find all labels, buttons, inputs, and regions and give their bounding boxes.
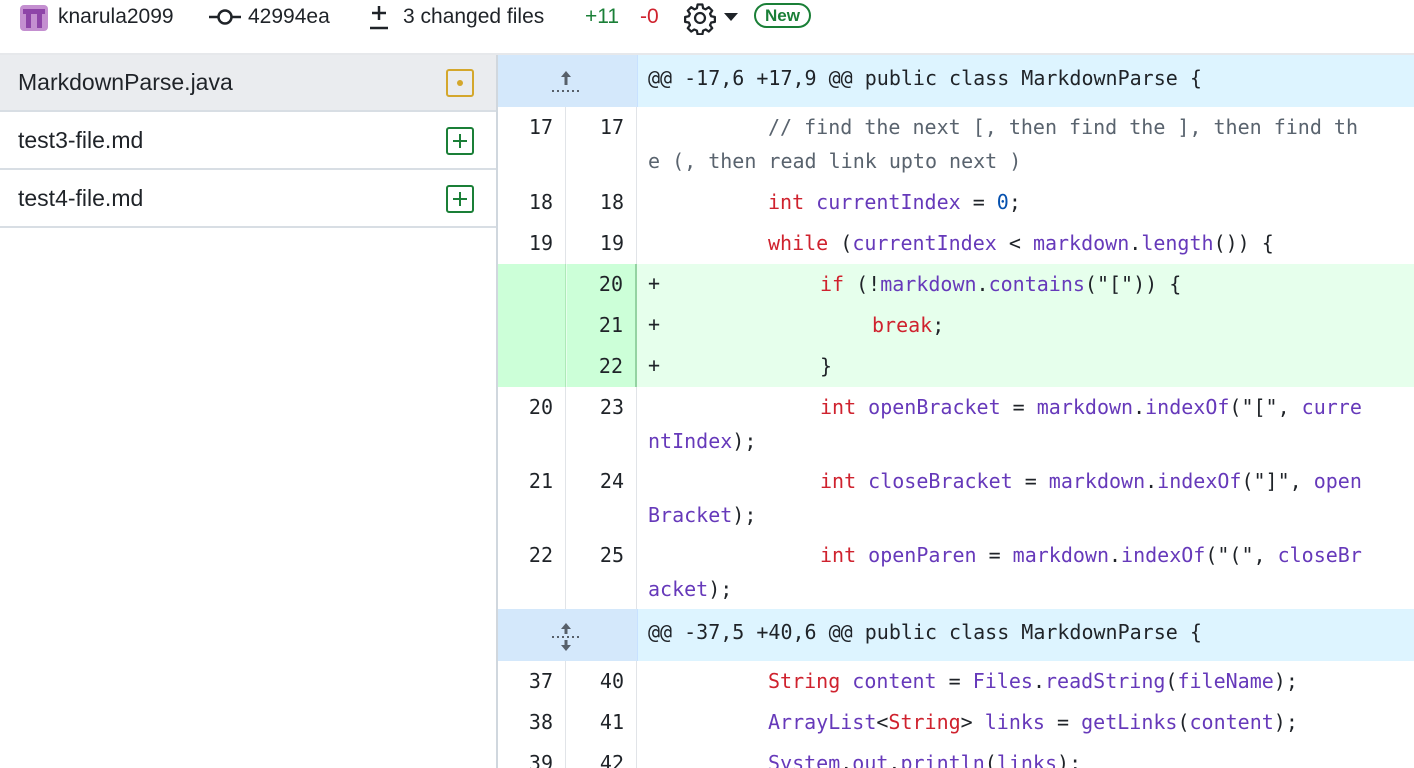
old-line-number[interactable] xyxy=(498,305,566,346)
new-line-number[interactable]: 22 xyxy=(567,346,637,387)
code-line: break; xyxy=(872,313,945,337)
code-line: int closeBracket = markdown.indexOf("]",… xyxy=(648,469,1362,527)
additions-count: +11 xyxy=(585,5,620,28)
file-item-test4[interactable]: test4-file.md xyxy=(0,171,496,228)
expand-up-icon[interactable] xyxy=(550,67,582,95)
file-item-markdownparse[interactable]: MarkdownParse.java xyxy=(0,55,496,112)
diff-line: 37 40 String content = Files.readString(… xyxy=(498,661,1414,702)
diff-line: 21 24 int closeBracket = markdown.indexO… xyxy=(498,461,1414,535)
new-line-number[interactable]: 40 xyxy=(567,661,637,702)
code-line: } xyxy=(820,354,833,378)
diff-line: 17 17 // find the next [, then find the … xyxy=(498,107,1414,182)
new-line-number[interactable]: 23 xyxy=(567,387,637,461)
new-line-number[interactable]: 18 xyxy=(567,182,637,223)
user-avatar[interactable] xyxy=(20,5,48,31)
file-tree-sidebar: MarkdownParse.java test3-file.md test4-f… xyxy=(0,55,498,768)
expand-both-icon[interactable] xyxy=(550,621,582,653)
new-line-number[interactable]: 24 xyxy=(567,461,637,535)
old-line-number[interactable]: 22 xyxy=(498,535,566,609)
top-bar: knarula2099 42994ea 3 changed files +11 … xyxy=(0,0,1414,36)
old-line-number[interactable]: 19 xyxy=(498,223,566,264)
gear-icon[interactable] xyxy=(683,1,717,35)
diff-line: 20 23 int openBracket = markdown.indexOf… xyxy=(498,387,1414,461)
added-line: 20 + if (!markdown.contains("[")) { xyxy=(498,264,1414,305)
file-added-icon xyxy=(446,127,474,155)
file-name: test3-file.md xyxy=(18,127,144,153)
hunk-header: @@ -17,6 +17,9 @@ public class MarkdownP… xyxy=(498,55,1414,107)
code-line: int openParen = markdown.indexOf("(", cl… xyxy=(648,543,1362,601)
old-line-number[interactable]: 18 xyxy=(498,182,566,223)
new-line-number[interactable]: 42 xyxy=(567,743,637,768)
code-line: ArrayList<String> links = getLinks(conte… xyxy=(768,710,1298,734)
hunk-gutter xyxy=(498,609,638,661)
new-line-number[interactable]: 25 xyxy=(567,535,637,609)
code-line: if (!markdown.contains("[")) { xyxy=(820,272,1182,296)
code-line: System.out.println(links); xyxy=(768,751,1082,768)
old-line-number[interactable] xyxy=(498,264,566,305)
diff-line: 19 19 while (currentIndex < markdown.len… xyxy=(498,223,1414,264)
old-line-number[interactable]: 37 xyxy=(498,661,566,702)
old-line-number[interactable]: 39 xyxy=(498,743,566,768)
old-line-number[interactable]: 21 xyxy=(498,461,566,535)
hunk-header: @@ -37,5 +40,6 @@ public class MarkdownP… xyxy=(498,609,1414,661)
commit-icon xyxy=(209,9,241,25)
hunk-gutter xyxy=(498,55,638,107)
diff-line: 39 42 System.out.println(links); xyxy=(498,743,1414,768)
new-line-number[interactable]: 41 xyxy=(567,702,637,743)
hunk-header-text: @@ -37,5 +40,6 @@ public class MarkdownP… xyxy=(648,620,1202,644)
file-name: MarkdownParse.java xyxy=(18,69,233,95)
diff-line: 18 18 int currentIndex = 0; xyxy=(498,182,1414,223)
added-line: 21 + break; xyxy=(498,305,1414,346)
username-link[interactable]: knarula2099 xyxy=(58,0,174,34)
file-modified-icon xyxy=(446,69,474,97)
diff-view: @@ -17,6 +17,9 @@ public class MarkdownP… xyxy=(498,55,1414,768)
new-badge: New xyxy=(754,3,811,28)
file-name: test4-file.md xyxy=(18,185,144,211)
diff-line: 22 25 int openParen = markdown.indexOf("… xyxy=(498,535,1414,609)
commit-hash-link[interactable]: 42994ea xyxy=(248,0,330,34)
code-line: while (currentIndex < markdown.length())… xyxy=(768,231,1274,255)
chevron-down-icon[interactable] xyxy=(723,12,739,22)
file-added-icon xyxy=(446,185,474,213)
added-line: 22 + } xyxy=(498,346,1414,387)
new-line-number[interactable]: 17 xyxy=(567,107,637,182)
old-line-number[interactable]: 17 xyxy=(498,107,566,182)
hunk-header-text: @@ -17,6 +17,9 @@ public class MarkdownP… xyxy=(648,66,1202,90)
code-line: String content = Files.readString(fileNa… xyxy=(768,669,1298,693)
old-line-number[interactable]: 38 xyxy=(498,702,566,743)
code-line: int openBracket = markdown.indexOf("[", … xyxy=(648,395,1362,453)
changed-files-count: 3 changed files xyxy=(403,5,545,28)
code-line: int currentIndex = 0; xyxy=(768,190,1021,214)
file-item-test3[interactable]: test3-file.md xyxy=(0,113,496,170)
new-line-number[interactable]: 21 xyxy=(567,305,637,346)
diff-line: 38 41 ArrayList<String> links = getLinks… xyxy=(498,702,1414,743)
new-line-number[interactable]: 19 xyxy=(567,223,637,264)
diff-icon xyxy=(370,6,388,30)
deletions-count: -0 xyxy=(640,5,659,28)
new-line-number[interactable]: 20 xyxy=(567,264,637,305)
old-line-number[interactable] xyxy=(498,346,566,387)
code-line: // find the next [, then find the ], the… xyxy=(648,115,1359,173)
old-line-number[interactable]: 20 xyxy=(498,387,566,461)
